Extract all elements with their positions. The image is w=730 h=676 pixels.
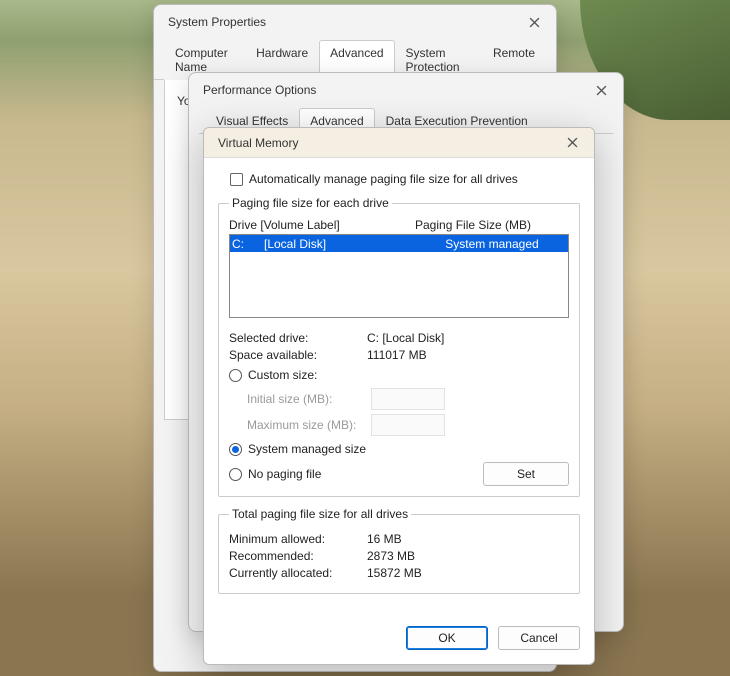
no-paging-radio-row[interactable]: No paging file — [229, 467, 321, 481]
initial-size-input — [371, 388, 445, 410]
virtual-memory-dialog: Virtual Memory Automatically manage pagi… — [203, 127, 595, 665]
maximum-size-row: Maximum size (MB): — [247, 414, 569, 436]
auto-manage-checkbox[interactable] — [230, 173, 243, 186]
initial-size-row: Initial size (MB): — [247, 388, 569, 410]
drive-paging-size: System managed — [416, 237, 568, 251]
drive-list-header: Drive [Volume Label] Paging File Size (M… — [229, 218, 569, 232]
system-managed-label: System managed size — [248, 442, 366, 456]
min-allowed-row: Minimum allowed: 16 MB — [229, 532, 569, 546]
current-allocated-row: Currently allocated: 15872 MB — [229, 566, 569, 580]
drive-list[interactable]: C: [Local Disk] System managed — [229, 234, 569, 318]
virtual-memory-titlebar: Virtual Memory — [204, 128, 594, 158]
initial-size-label: Initial size (MB): — [247, 392, 371, 406]
close-icon[interactable] — [520, 8, 548, 36]
drive-row-selected[interactable]: C: [Local Disk] System managed — [230, 235, 568, 252]
close-icon[interactable] — [558, 129, 586, 157]
drive-label: [Local Disk] — [264, 237, 416, 251]
no-paging-radio[interactable] — [229, 468, 242, 481]
space-available-label: Space available: — [229, 348, 367, 362]
close-icon[interactable] — [587, 76, 615, 104]
space-available-value: 111017 MB — [367, 348, 427, 362]
performance-options-title: Performance Options — [203, 83, 316, 97]
virtual-memory-title: Virtual Memory — [218, 136, 298, 150]
custom-size-radio-row[interactable]: Custom size: — [229, 368, 569, 382]
recommended-row: Recommended: 2873 MB — [229, 549, 569, 563]
virtual-memory-body: Automatically manage paging file size fo… — [204, 158, 594, 616]
paging-per-drive-legend: Paging file size for each drive — [229, 196, 392, 210]
system-properties-title: System Properties — [168, 15, 266, 29]
min-allowed-value: 16 MB — [367, 532, 402, 546]
performance-options-titlebar: Performance Options — [189, 73, 623, 107]
system-managed-radio-row[interactable]: System managed size — [229, 442, 569, 456]
set-button[interactable]: Set — [483, 462, 569, 486]
maximum-size-input — [371, 414, 445, 436]
custom-size-label: Custom size: — [248, 368, 317, 382]
current-allocated-label: Currently allocated: — [229, 566, 367, 580]
drive-letter: C: — [230, 237, 264, 251]
selected-drive-row: Selected drive: C: [Local Disk] — [229, 331, 569, 345]
recommended-label: Recommended: — [229, 549, 367, 563]
system-properties-titlebar: System Properties — [154, 5, 556, 39]
auto-manage-label: Automatically manage paging file size fo… — [249, 172, 518, 186]
auto-manage-row[interactable]: Automatically manage paging file size fo… — [230, 172, 580, 186]
virtual-memory-buttons: OK Cancel — [204, 616, 594, 664]
recommended-value: 2873 MB — [367, 549, 415, 563]
drive-header-col2: Paging File Size (MB) — [415, 218, 531, 232]
min-allowed-label: Minimum allowed: — [229, 532, 367, 546]
total-paging-legend: Total paging file size for all drives — [229, 507, 411, 521]
current-allocated-value: 15872 MB — [367, 566, 422, 580]
selected-drive-value: C: [Local Disk] — [367, 331, 444, 345]
no-paging-label: No paging file — [248, 467, 321, 481]
space-available-row: Space available: 111017 MB — [229, 348, 569, 362]
ok-button[interactable]: OK — [406, 626, 488, 650]
drive-header-col1: Drive [Volume Label] — [229, 218, 415, 232]
selected-drive-label: Selected drive: — [229, 331, 367, 345]
paging-per-drive-group: Paging file size for each drive Drive [V… — [218, 196, 580, 497]
maximum-size-label: Maximum size (MB): — [247, 418, 371, 432]
custom-size-radio[interactable] — [229, 369, 242, 382]
cancel-button[interactable]: Cancel — [498, 626, 580, 650]
system-managed-radio[interactable] — [229, 443, 242, 456]
total-paging-group: Total paging file size for all drives Mi… — [218, 507, 580, 594]
